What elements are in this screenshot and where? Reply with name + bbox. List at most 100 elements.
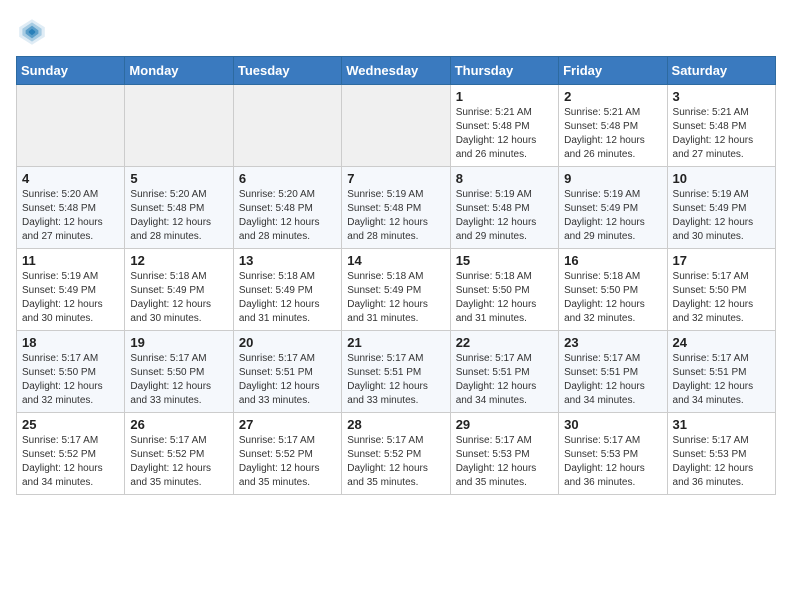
cell-info: Sunrise: 5:19 AMSunset: 5:48 PMDaylight:… xyxy=(456,188,553,244)
cell-info: Sunrise: 5:17 AMSunset: 5:50 PMDaylight:… xyxy=(130,352,227,408)
cell-info: Sunrise: 5:20 AMSunset: 5:48 PMDaylight:… xyxy=(130,188,227,244)
calendar-week-row: 18Sunrise: 5:17 AMSunset: 5:50 PMDayligh… xyxy=(17,331,776,413)
day-number: 12 xyxy=(130,253,227,268)
calendar-cell: 6Sunrise: 5:20 AMSunset: 5:48 PMDaylight… xyxy=(233,167,341,249)
calendar-cell: 1Sunrise: 5:21 AMSunset: 5:48 PMDaylight… xyxy=(450,85,558,167)
sunset-text: Sunset: 5:51 PM xyxy=(347,366,444,380)
sunrise-text: Sunrise: 5:19 AM xyxy=(22,270,119,284)
sunset-text: Sunset: 5:51 PM xyxy=(456,366,553,380)
day-number: 8 xyxy=(456,171,553,186)
sunset-text: Sunset: 5:48 PM xyxy=(456,202,553,216)
sunset-text: Sunset: 5:51 PM xyxy=(564,366,661,380)
calendar-cell: 9Sunrise: 5:19 AMSunset: 5:49 PMDaylight… xyxy=(559,167,667,249)
sunset-text: Sunset: 5:48 PM xyxy=(456,120,553,134)
sunset-text: Sunset: 5:48 PM xyxy=(239,202,336,216)
cell-info: Sunrise: 5:19 AMSunset: 5:49 PMDaylight:… xyxy=(673,188,770,244)
sunrise-text: Sunrise: 5:17 AM xyxy=(347,434,444,448)
sunset-text: Sunset: 5:53 PM xyxy=(564,448,661,462)
daylight-text: Daylight: 12 hours and 31 minutes. xyxy=(239,298,336,326)
cell-info: Sunrise: 5:17 AMSunset: 5:53 PMDaylight:… xyxy=(673,434,770,490)
calendar-cell: 21Sunrise: 5:17 AMSunset: 5:51 PMDayligh… xyxy=(342,331,450,413)
calendar-week-row: 1Sunrise: 5:21 AMSunset: 5:48 PMDaylight… xyxy=(17,85,776,167)
calendar-cell: 31 Sunrise: 5:17 AMSunset: 5:53 PMDayligh… xyxy=(667,413,775,495)
day-number: 6 xyxy=(239,171,336,186)
day-number: 2 xyxy=(564,89,661,104)
sunset-text: Sunset: 5:50 PM xyxy=(456,284,553,298)
daylight-text: Daylight: 12 hours and 30 minutes. xyxy=(130,298,227,326)
calendar-cell: 14Sunrise: 5:18 AMSunset: 5:49 PMDayligh… xyxy=(342,249,450,331)
sunset-text: Sunset: 5:49 PM xyxy=(347,284,444,298)
sunset-text: Sunset: 5:52 PM xyxy=(130,448,227,462)
day-number: 28 xyxy=(347,417,444,432)
calendar-cell: 23 Sunrise: 5:17 AMSunset: 5:51 PMDayligh… xyxy=(559,331,667,413)
calendar-cell: 26Sunrise: 5:17 AMSunset: 5:52 PMDayligh… xyxy=(125,413,233,495)
sunset-text: Sunset: 5:49 PM xyxy=(564,202,661,216)
day-number: 24 xyxy=(673,335,770,350)
day-number: 26 xyxy=(130,417,227,432)
sunset-text: Sunset: 5:51 PM xyxy=(673,366,770,380)
day-number: 18 xyxy=(22,335,119,350)
cell-info: Sunrise: 5:19 AMSunset: 5:49 PMDaylight:… xyxy=(564,188,661,244)
daylight-text: Daylight: 12 hours and 30 minutes. xyxy=(22,298,119,326)
calendar-cell: 3Sunrise: 5:21 AMSunset: 5:48 PMDaylight… xyxy=(667,85,775,167)
day-number: 19 xyxy=(130,335,227,350)
sunrise-text: Sunrise: 5:17 AM xyxy=(239,352,336,366)
sunrise-text: Sunrise: 5:19 AM xyxy=(564,188,661,202)
sunset-text: Sunset: 5:49 PM xyxy=(239,284,336,298)
day-number: 11 xyxy=(22,253,119,268)
cell-info: Sunrise: 5:17 AMSunset: 5:51 PMDaylight:… xyxy=(564,352,661,408)
day-header-sunday: Sunday xyxy=(17,57,125,85)
calendar-cell xyxy=(125,85,233,167)
calendar-week-row: 4Sunrise: 5:20 AMSunset: 5:48 PMDaylight… xyxy=(17,167,776,249)
cell-info: Sunrise: 5:21 AMSunset: 5:48 PMDaylight:… xyxy=(673,106,770,162)
daylight-text: Daylight: 12 hours and 28 minutes. xyxy=(130,216,227,244)
sunset-text: Sunset: 5:50 PM xyxy=(22,366,119,380)
sunrise-text: Sunrise: 5:20 AM xyxy=(22,188,119,202)
sunrise-text: Sunrise: 5:17 AM xyxy=(456,352,553,366)
daylight-text: Daylight: 12 hours and 36 minutes. xyxy=(673,462,770,490)
daylight-text: Daylight: 12 hours and 35 minutes. xyxy=(456,462,553,490)
cell-info: Sunrise: 5:17 AMSunset: 5:51 PMDaylight:… xyxy=(673,352,770,408)
day-number: 23 xyxy=(564,335,661,350)
calendar-cell: 28Sunrise: 5:17 AMSunset: 5:52 PMDayligh… xyxy=(342,413,450,495)
sunset-text: Sunset: 5:48 PM xyxy=(22,202,119,216)
sunset-text: Sunset: 5:52 PM xyxy=(22,448,119,462)
sunrise-text: Sunrise: 5:17 AM xyxy=(673,270,770,284)
day-number: 4 xyxy=(22,171,119,186)
sunrise-text: Sunrise: 5:18 AM xyxy=(564,270,661,284)
day-number: 17 xyxy=(673,253,770,268)
sunrise-text: Sunrise: 5:19 AM xyxy=(673,188,770,202)
daylight-text: Daylight: 12 hours and 30 minutes. xyxy=(673,216,770,244)
calendar-cell: 17Sunrise: 5:17 AMSunset: 5:50 PMDayligh… xyxy=(667,249,775,331)
sunrise-text: Sunrise: 5:17 AM xyxy=(673,434,770,448)
day-number: 31 xyxy=(673,417,770,432)
cell-info: Sunrise: 5:18 AMSunset: 5:49 PMDaylight:… xyxy=(130,270,227,326)
day-header-tuesday: Tuesday xyxy=(233,57,341,85)
cell-info: Sunrise: 5:17 AMSunset: 5:53 PMDaylight:… xyxy=(564,434,661,490)
daylight-text: Daylight: 12 hours and 34 minutes. xyxy=(456,380,553,408)
calendar-cell: 15Sunrise: 5:18 AMSunset: 5:50 PMDayligh… xyxy=(450,249,558,331)
sunrise-text: Sunrise: 5:17 AM xyxy=(456,434,553,448)
calendar-table: SundayMondayTuesdayWednesdayThursdayFrid… xyxy=(16,56,776,495)
sunset-text: Sunset: 5:52 PM xyxy=(239,448,336,462)
daylight-text: Daylight: 12 hours and 34 minutes. xyxy=(564,380,661,408)
daylight-text: Daylight: 12 hours and 32 minutes. xyxy=(673,298,770,326)
sunset-text: Sunset: 5:53 PM xyxy=(456,448,553,462)
daylight-text: Daylight: 12 hours and 31 minutes. xyxy=(456,298,553,326)
sunset-text: Sunset: 5:53 PM xyxy=(673,448,770,462)
calendar-header-row: SundayMondayTuesdayWednesdayThursdayFrid… xyxy=(17,57,776,85)
daylight-text: Daylight: 12 hours and 33 minutes. xyxy=(130,380,227,408)
sunrise-text: Sunrise: 5:17 AM xyxy=(564,352,661,366)
sunrise-text: Sunrise: 5:18 AM xyxy=(347,270,444,284)
sunrise-text: Sunrise: 5:18 AM xyxy=(456,270,553,284)
cell-info: Sunrise: 5:17 AMSunset: 5:52 PMDaylight:… xyxy=(22,434,119,490)
sunset-text: Sunset: 5:50 PM xyxy=(130,366,227,380)
sunrise-text: Sunrise: 5:17 AM xyxy=(22,352,119,366)
sunrise-text: Sunrise: 5:19 AM xyxy=(347,188,444,202)
cell-info: Sunrise: 5:21 AMSunset: 5:48 PMDaylight:… xyxy=(564,106,661,162)
calendar-cell: 27Sunrise: 5:17 AMSunset: 5:52 PMDayligh… xyxy=(233,413,341,495)
sunset-text: Sunset: 5:49 PM xyxy=(130,284,227,298)
cell-info: Sunrise: 5:17 AMSunset: 5:53 PMDaylight:… xyxy=(456,434,553,490)
cell-info: Sunrise: 5:17 AMSunset: 5:51 PMDaylight:… xyxy=(239,352,336,408)
calendar-cell xyxy=(233,85,341,167)
